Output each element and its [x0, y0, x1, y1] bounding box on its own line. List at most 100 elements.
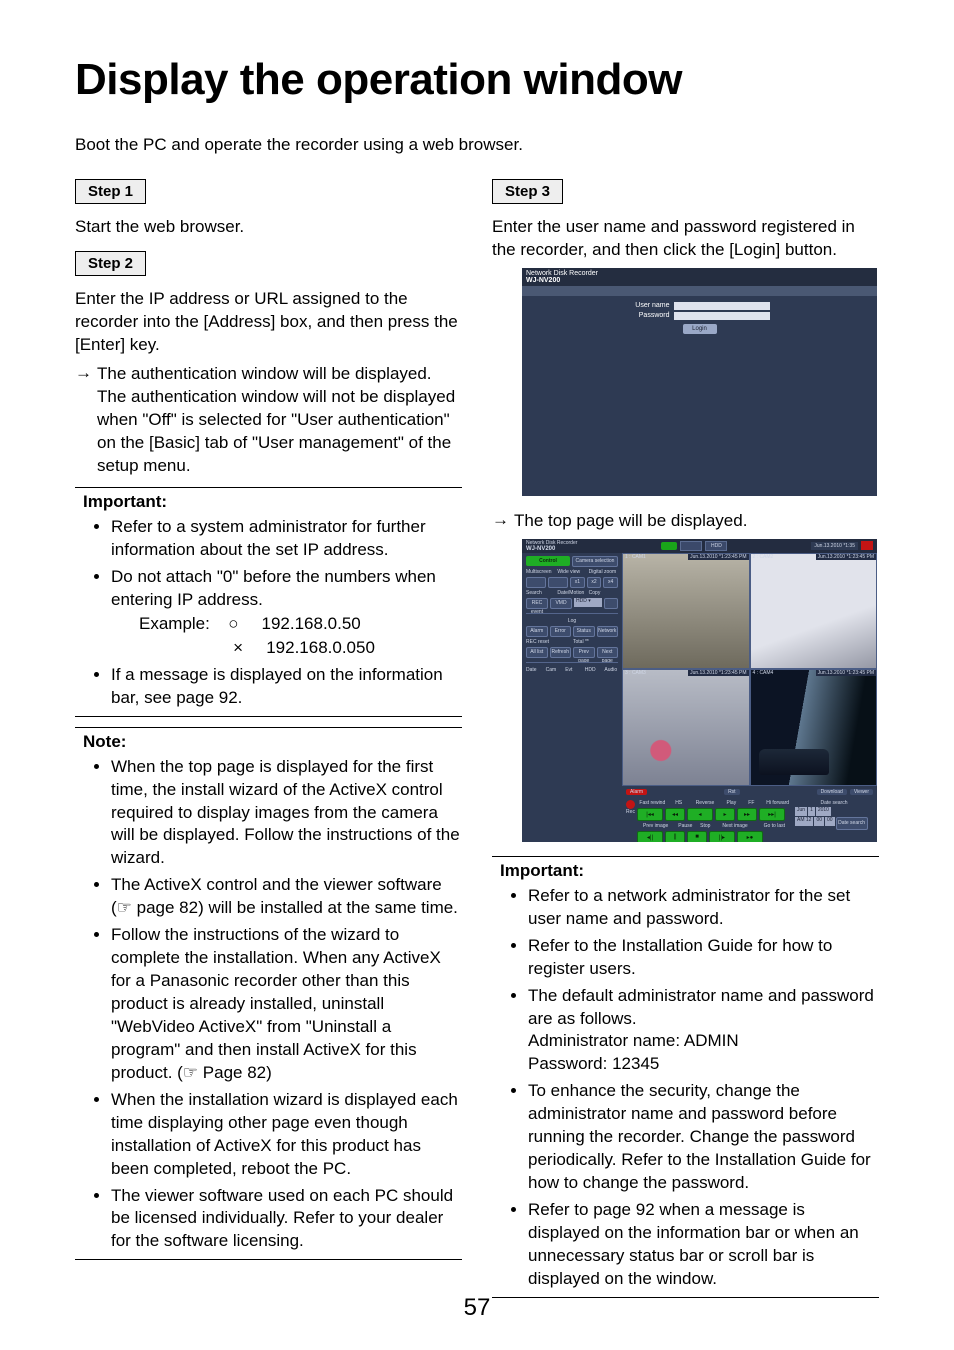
- pause-button[interactable]: ||: [665, 831, 685, 842]
- note-item: When the installation wizard is displaye…: [111, 1089, 462, 1181]
- col-date: Date: [526, 667, 540, 673]
- after-login-text: The top page will be displayed.: [514, 510, 879, 533]
- next-page-button[interactable]: Next page: [597, 647, 619, 658]
- note-item: The ActiveX control and the viewer softw…: [111, 874, 462, 920]
- hi-forward-button[interactable]: ▸▸|: [759, 808, 785, 821]
- pb-nextimage-label: Next image: [716, 823, 753, 829]
- example-label: Example:: [139, 614, 210, 633]
- wideview-button[interactable]: [548, 577, 568, 588]
- multiscreen-label: Multiscreen: [526, 569, 555, 575]
- viewer-button[interactable]: Viewer: [850, 789, 873, 795]
- step-1-label: Step 1: [75, 179, 146, 204]
- prev-page-button[interactable]: Prev page: [573, 647, 595, 658]
- control-tab[interactable]: Control: [526, 556, 570, 566]
- ff-button[interactable]: ▸▸: [737, 808, 757, 821]
- date-day-select[interactable]: 1: [808, 807, 815, 816]
- important-item: If a message is displayed on the informa…: [111, 664, 462, 710]
- time-ampm-select[interactable]: AM 12: [795, 817, 813, 826]
- important-text: The default administrator name and passw…: [528, 986, 874, 1028]
- network-log-button[interactable]: Network: [597, 626, 619, 637]
- status-rst[interactable]: Rst: [724, 789, 740, 795]
- alarm-log-button[interactable]: Alarm: [526, 626, 548, 637]
- admin-pass-line: Password: 12345: [528, 1054, 659, 1073]
- model-name: WJ-NV200: [526, 277, 560, 284]
- multiscreen-button[interactable]: [526, 577, 546, 588]
- arrow-icon: →: [75, 363, 97, 478]
- step-1-text: Start the web browser.: [75, 216, 462, 239]
- password-input[interactable]: [674, 312, 770, 320]
- camera-view-1[interactable]: 1 : CAM1 Jun.13.2010 *1:23:45 PM: [622, 553, 750, 670]
- zoom-x1-button[interactable]: x1: [570, 577, 585, 588]
- login-button[interactable]: Login: [683, 324, 717, 334]
- play-button[interactable]: ▸: [715, 808, 735, 821]
- cam-timestamp: Jun.13.2010 *1:23:45 PM: [816, 670, 876, 676]
- error-log-button[interactable]: Error: [550, 626, 572, 637]
- camera-selection-tab[interactable]: Camera selection: [572, 556, 618, 567]
- step-2-label: Step 2: [75, 251, 146, 276]
- important-item: Refer to a system administrator for furt…: [111, 516, 462, 562]
- status-led: [661, 542, 677, 550]
- date-year-select[interactable]: 2010: [816, 807, 831, 816]
- important-item: To enhance the security, change the admi…: [528, 1080, 879, 1195]
- status-log-button[interactable]: Status: [573, 626, 595, 637]
- col-cam: Cam: [546, 667, 560, 673]
- col-evt: Evt: [565, 667, 579, 673]
- camera-view-3[interactable]: 3 : CAM3 Jun.13.2010 *1:23:45 PM: [622, 669, 750, 786]
- prev-image-button[interactable]: ◂||: [637, 831, 663, 842]
- vmd-button[interactable]: VMD: [550, 598, 572, 609]
- camera-view-2[interactable]: 2 : CAM2 Jun.13.2010 *1:23:45 PM: [750, 553, 878, 670]
- username-label: User name: [630, 302, 670, 309]
- camera-view-4[interactable]: 4 : CAM4 Jun.13.2010 *1:23:45 PM: [750, 669, 878, 786]
- zoom-x4-button[interactable]: x4: [603, 577, 618, 588]
- hdd-indicator: HDD: [705, 541, 727, 551]
- note-item: When the top page is displayed for the f…: [111, 756, 462, 871]
- refresh-button[interactable]: Refresh: [550, 647, 572, 658]
- reverse-button[interactable]: ◂: [687, 808, 713, 821]
- important-text: Do not attach "0" before the numbers whe…: [111, 567, 436, 609]
- copy-label: Copy: [589, 590, 618, 596]
- pb-play-label: Play: [722, 800, 740, 806]
- rec-reset-label: REC reset: [526, 639, 571, 645]
- time-min-select[interactable]: 00: [814, 817, 824, 826]
- username-input[interactable]: [674, 302, 770, 310]
- stop-button[interactable]: ■: [687, 831, 707, 842]
- zoom-x2-button[interactable]: x2: [587, 577, 602, 588]
- download-button[interactable]: Download: [817, 789, 847, 795]
- pb-pause-label: Pause: [676, 823, 694, 829]
- pb-hiforward-label: Hi forward: [762, 800, 793, 806]
- arrow-icon: →: [492, 510, 514, 533]
- product-name: Network Disk Recorder: [526, 270, 598, 277]
- date-month-select[interactable]: Jun: [795, 807, 807, 816]
- pb-hs-label: HS: [670, 800, 688, 806]
- ok-icon: ○: [219, 612, 247, 636]
- ng-icon: ×: [224, 636, 252, 660]
- pb-gotolast-label: Go to last: [756, 823, 793, 829]
- page-title: Display the operation window: [75, 55, 879, 105]
- search-label: Search: [526, 590, 555, 596]
- pb-previmage-label: Prev image: [637, 823, 674, 829]
- step-3-label: Step 3: [492, 179, 563, 204]
- hdd-select[interactable]: HDD ▾: [574, 598, 602, 607]
- col-audio: Audio: [604, 667, 618, 673]
- hs-rewind-button[interactable]: ◂◂: [665, 808, 685, 821]
- next-image-button[interactable]: ||▸: [709, 831, 735, 842]
- rec-event-button[interactable]: REC event: [526, 598, 548, 609]
- example-ok: 192.168.0.50: [262, 614, 361, 633]
- cam-label: 3 : CAM3: [625, 670, 646, 676]
- all-list-button[interactable]: All list: [526, 647, 548, 658]
- date-search-button[interactable]: Date search: [836, 817, 868, 830]
- model-name: WJ-NV200: [526, 546, 555, 552]
- cam-label: 4 : CAM4: [753, 670, 774, 676]
- time-sec-select[interactable]: 00: [825, 817, 835, 826]
- cam-label: 2 : CAM2: [753, 554, 774, 560]
- fast-rewind-button[interactable]: |◂◂: [637, 808, 663, 821]
- digitalzoom-label: Digital zoom: [589, 569, 618, 575]
- copy-button[interactable]: [604, 598, 618, 609]
- rec-button-icon[interactable]: [626, 800, 635, 809]
- goto-last-button[interactable]: ▸●: [737, 831, 763, 842]
- login-figure: Network Disk Recorder WJ-NV200 User name…: [522, 268, 877, 496]
- log-label: Log: [526, 618, 618, 624]
- slot-indicator: [680, 541, 702, 551]
- note-item: Follow the instructions of the wizard to…: [111, 924, 462, 1085]
- pb-ff-label: FF: [742, 800, 760, 806]
